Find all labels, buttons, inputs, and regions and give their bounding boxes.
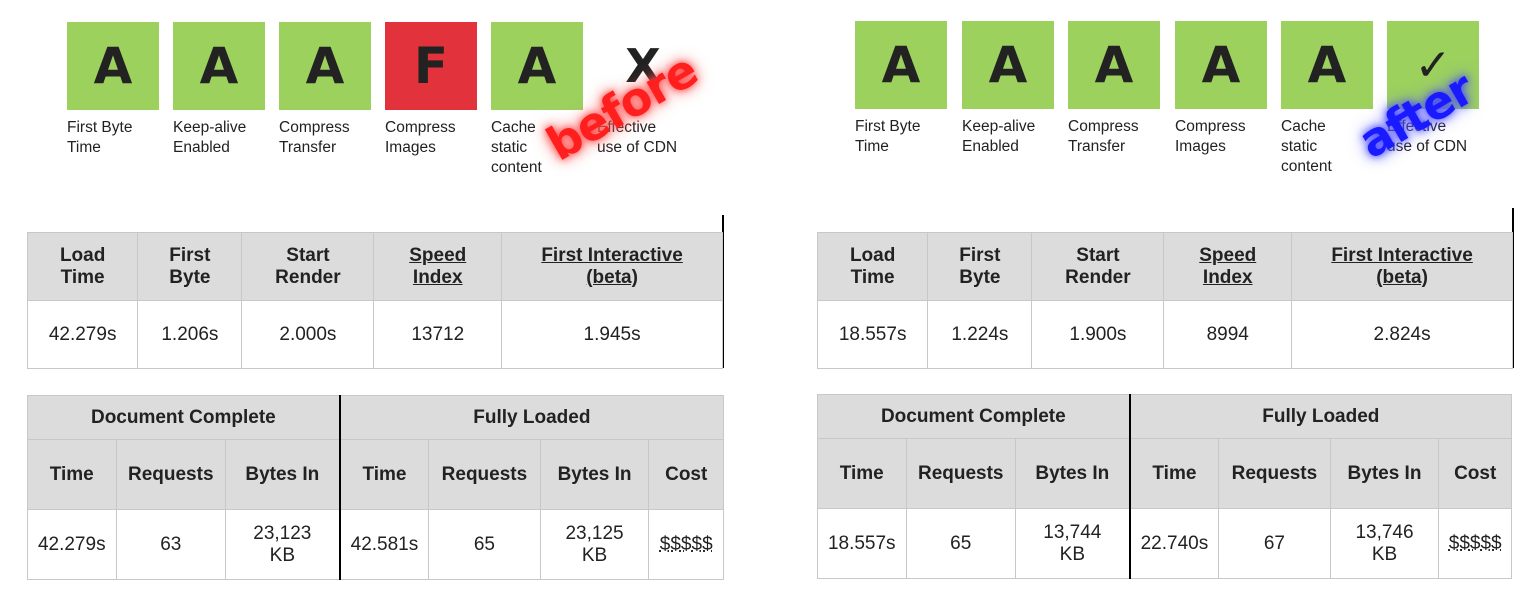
header-requests: Requests bbox=[115, 439, 226, 510]
first-interactive-value: 2.824s bbox=[1291, 300, 1513, 369]
grade-label: Effective use of CDN bbox=[597, 119, 678, 156]
full-bytes-value: 13,746 KB bbox=[1329, 508, 1440, 579]
doc-requests-value: 65 bbox=[905, 508, 1016, 579]
first-interactive-value: 1.945s bbox=[501, 300, 723, 369]
grade-first-byte: A First Byte Time bbox=[855, 21, 947, 157]
grade-compress-images: F Compress Images bbox=[385, 22, 477, 158]
grade-label: Keep-alive Enabled bbox=[173, 119, 247, 156]
doc-requests-value: 63 bbox=[115, 509, 226, 580]
grade-compress-images: A Compress Images bbox=[1175, 21, 1267, 157]
header-bytes-in: Bytes In bbox=[224, 439, 341, 510]
doc-time-value: 42.279s bbox=[27, 509, 117, 580]
summary-table: Load Time First Byte Start Render Speed Inde… bbox=[26, 232, 723, 369]
grade-keep-alive: A Keep-alive Enabled bbox=[173, 22, 265, 158]
load-time-value: 18.557s bbox=[816, 300, 929, 369]
doc-bytes-value: 23,123 KB bbox=[224, 509, 341, 580]
grade-label: First Byte Time bbox=[67, 119, 133, 156]
after-panel: A First Byte Time A Keep-alive Enabled A C… bbox=[790, 0, 1530, 597]
grade-box: A bbox=[491, 22, 583, 110]
document-complete-header: Document Complete bbox=[816, 394, 1131, 439]
grade-label: Effective use of CDN bbox=[1387, 118, 1468, 155]
header-load-time: Load Time bbox=[816, 232, 929, 301]
before-panel: A First Byte Time A Keep-alive Enabled A C… bbox=[0, 0, 740, 597]
doc-bytes-value: 13,744 KB bbox=[1014, 508, 1131, 579]
check-icon: ✓ bbox=[1387, 21, 1479, 109]
document-complete-header: Document Complete bbox=[26, 395, 341, 440]
grade-box: A bbox=[67, 22, 159, 110]
header-cost: Cost bbox=[648, 439, 724, 510]
grade-box: A bbox=[962, 21, 1054, 109]
grade-box: A bbox=[1281, 21, 1373, 109]
grade-box: X bbox=[625, 39, 661, 93]
full-time-value: 42.581s bbox=[339, 509, 430, 580]
grade-cache-static: A Cache static content bbox=[1281, 21, 1373, 177]
grade-label: Compress Transfer bbox=[1068, 118, 1139, 155]
grade-label: First Byte Time bbox=[855, 118, 921, 155]
header-cost: Cost bbox=[1438, 438, 1512, 509]
header-speed-index[interactable]: Speed Index bbox=[373, 232, 503, 301]
grade-compress-transfer: A Compress Transfer bbox=[279, 22, 371, 158]
header-load-time: Load Time bbox=[26, 232, 139, 301]
header-bytes-in: Bytes In bbox=[1014, 438, 1131, 509]
grade-cdn: ✓ Effective use of CDN bbox=[1387, 21, 1479, 157]
doc-time-value: 18.557s bbox=[817, 508, 907, 579]
speed-index-value: 13712 bbox=[373, 300, 503, 369]
header-time: Time bbox=[27, 439, 117, 510]
grade-cdn: X Effective use of CDN bbox=[597, 22, 689, 158]
grade-box: A bbox=[1068, 21, 1160, 109]
first-byte-value: 1.224s bbox=[927, 300, 1033, 369]
header-requests: Requests bbox=[905, 438, 1016, 509]
header-first-interactive[interactable]: First Interactive (beta) bbox=[501, 232, 723, 301]
header-speed-index[interactable]: Speed Index bbox=[1163, 232, 1293, 301]
first-byte-value: 1.206s bbox=[137, 300, 243, 369]
summary-table: Load Time First Byte Start Render Speed Inde… bbox=[816, 232, 1513, 369]
full-time-value: 22.740s bbox=[1129, 508, 1220, 579]
grade-keep-alive: A Keep-alive Enabled bbox=[962, 21, 1054, 157]
grade-box: A bbox=[173, 22, 265, 110]
full-bytes-value: 23,125 KB bbox=[539, 509, 650, 580]
fully-loaded-header: Fully Loaded bbox=[339, 395, 724, 440]
header-first-byte: First Byte bbox=[137, 232, 243, 301]
header-requests: Requests bbox=[428, 439, 541, 510]
grade-box: A bbox=[279, 22, 371, 110]
grade-first-byte: A First Byte Time bbox=[67, 22, 159, 158]
grade-box: F bbox=[385, 22, 477, 110]
fully-loaded-header: Fully Loaded bbox=[1129, 394, 1512, 439]
header-time: Time bbox=[817, 438, 907, 509]
start-render-value: 1.900s bbox=[1031, 300, 1165, 369]
grade-label: Compress Transfer bbox=[279, 119, 350, 156]
grade-cache-static: A Cache static content bbox=[491, 22, 583, 178]
cost-value[interactable]: $$$$$ bbox=[1438, 508, 1512, 579]
header-first-byte: First Byte bbox=[927, 232, 1033, 301]
full-requests-value: 65 bbox=[428, 509, 541, 580]
grade-box: A bbox=[1175, 21, 1267, 109]
grade-compress-transfer: A Compress Transfer bbox=[1068, 21, 1160, 157]
load-time-value: 42.279s bbox=[26, 300, 139, 369]
header-bytes-in: Bytes In bbox=[539, 439, 650, 510]
header-first-interactive[interactable]: First Interactive (beta) bbox=[1291, 232, 1513, 301]
grade-label: Cache static content bbox=[1281, 118, 1332, 175]
grade-box: A bbox=[855, 21, 947, 109]
header-time: Time bbox=[1129, 438, 1220, 509]
grade-label: Cache static content bbox=[491, 119, 542, 176]
detail-table: Document Complete Fully Loaded Time Requ… bbox=[26, 395, 724, 580]
header-start-render: Start Render bbox=[241, 232, 375, 301]
full-requests-value: 67 bbox=[1218, 508, 1331, 579]
grade-label: Compress Images bbox=[1175, 118, 1246, 155]
grade-label: Keep-alive Enabled bbox=[962, 118, 1036, 155]
cost-value[interactable]: $$$$$ bbox=[648, 509, 724, 580]
header-start-render: Start Render bbox=[1031, 232, 1165, 301]
header-bytes-in: Bytes In bbox=[1329, 438, 1440, 509]
grade-label: Compress Images bbox=[385, 119, 456, 156]
speed-index-value: 8994 bbox=[1163, 300, 1293, 369]
header-requests: Requests bbox=[1218, 438, 1331, 509]
start-render-value: 2.000s bbox=[241, 300, 375, 369]
detail-table: Document Complete Fully Loaded Time Requ… bbox=[816, 394, 1512, 579]
header-time: Time bbox=[339, 439, 430, 510]
